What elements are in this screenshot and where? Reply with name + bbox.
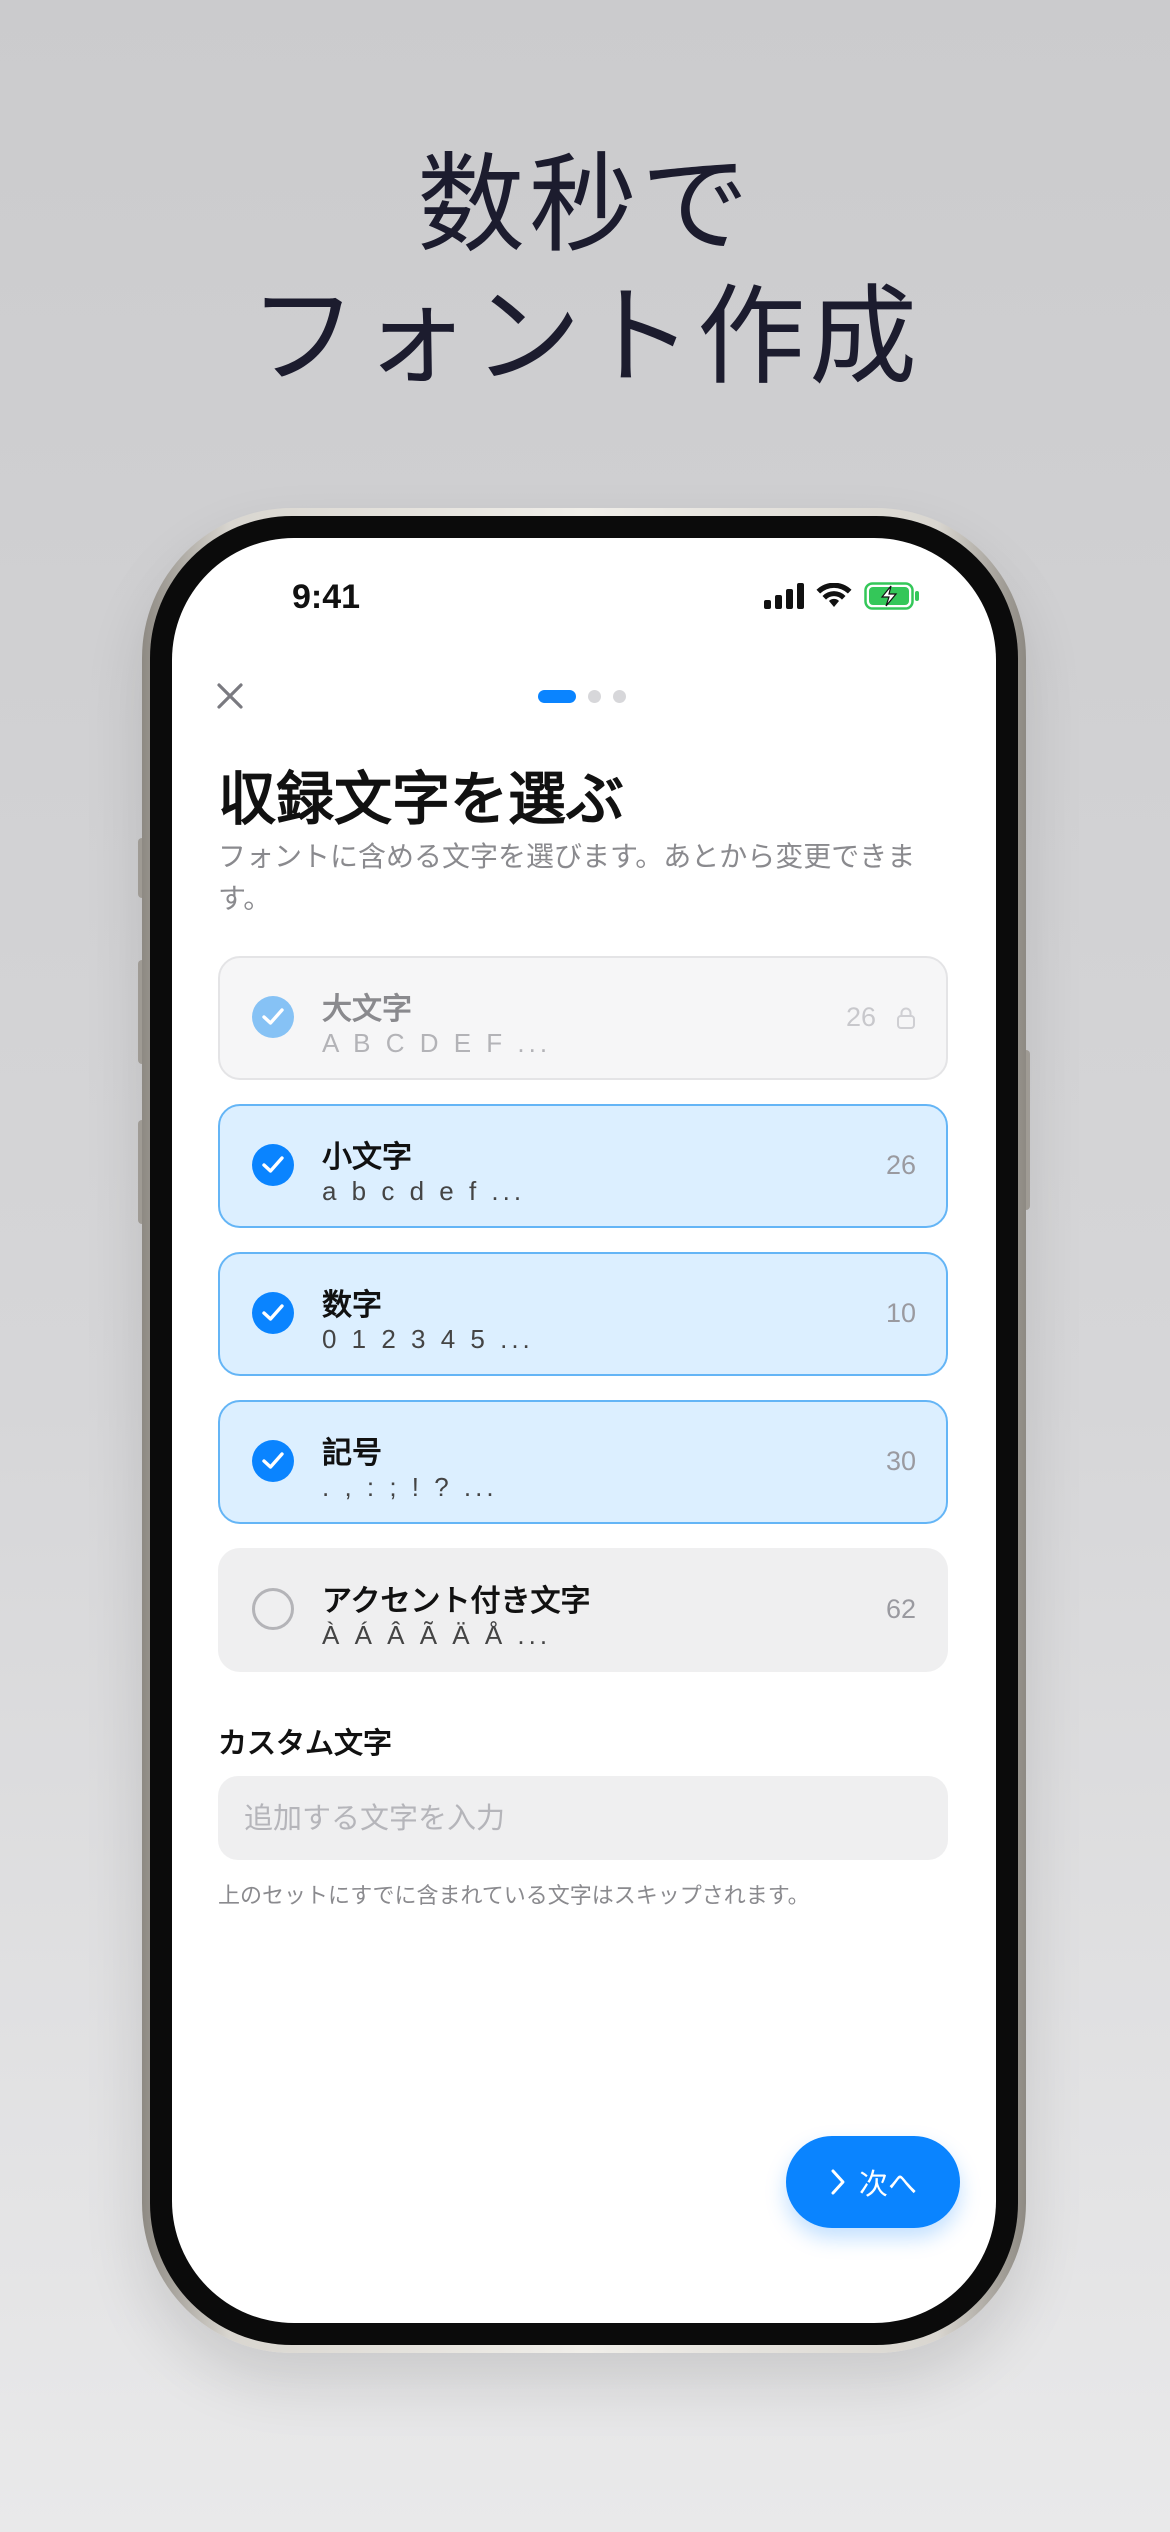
option-sample: a b c d e f ... [322, 1176, 526, 1206]
page-indicator-dot-active [538, 690, 576, 703]
close-icon [217, 683, 243, 709]
option-count: 10 [885, 1298, 916, 1328]
character-set-list: 大文字 A B C D E F ... 26 小文字 a b c d e f .… [218, 956, 948, 1696]
custom-characters-label: カスタム文字 [218, 1726, 393, 1760]
wifi-icon [816, 583, 852, 607]
checkbox-checked-disabled [252, 996, 294, 1038]
option-sample: . , : ; ! ? ... [322, 1472, 498, 1502]
checkmark-icon [262, 1156, 284, 1173]
custom-characters-hint: 上のセットにすでに含まれている文字はスキップされます。 [218, 1884, 810, 1909]
signal-icon [764, 583, 804, 609]
checkbox-checked[interactable] [252, 1292, 294, 1334]
option-symbols[interactable]: 記号 . , : ; ! ? ... 30 [218, 1400, 948, 1524]
next-button-label: 次へ [858, 2167, 917, 2201]
lock-icon [897, 1007, 915, 1029]
next-button[interactable]: 次へ [786, 2136, 960, 2228]
page-subtitle: フォントに含める文字を選びます。あとから変更できます。 [218, 840, 916, 915]
checkmark-icon [262, 1304, 284, 1321]
option-lowercase[interactable]: 小文字 a b c d e f ... 26 [218, 1104, 948, 1228]
page-title: 収録文字を選ぶ [218, 765, 625, 833]
option-count: 62 [885, 1594, 916, 1624]
option-sample: À Á Â Ã Ä Å ... [322, 1620, 552, 1650]
checkmark-icon [262, 1452, 284, 1469]
page-indicator [538, 690, 626, 703]
headline-line-1: 数秒で [416, 143, 753, 268]
checkbox-checked[interactable] [252, 1144, 294, 1186]
option-accented[interactable]: アクセント付き文字 À Á Â Ã Ä Å ... 62 [218, 1548, 948, 1672]
option-count: 30 [885, 1446, 916, 1476]
checkbox-unchecked[interactable] [252, 1588, 294, 1630]
close-button[interactable] [208, 674, 252, 718]
option-label: 小文字 [322, 1140, 412, 1175]
battery-charging-icon [864, 582, 919, 610]
option-count: 26 [845, 1002, 876, 1032]
status-icons [764, 582, 920, 610]
status-time: 9:41 [292, 578, 361, 616]
option-label: 数字 [322, 1288, 382, 1323]
custom-characters-input[interactable] [218, 1776, 948, 1860]
page-indicator-dot [588, 690, 601, 703]
checkbox-checked[interactable] [252, 1440, 294, 1482]
option-digits[interactable]: 数字 0 1 2 3 4 5 ... 10 [218, 1252, 948, 1376]
option-label: アクセント付き文字 [322, 1584, 591, 1619]
chevron-right-icon [831, 2169, 845, 2195]
page-indicator-dot [613, 690, 626, 703]
option-sample: A B C D E F ... [322, 1028, 552, 1058]
option-sample: 0 1 2 3 4 5 ... [322, 1324, 534, 1354]
option-label: 大文字 [322, 992, 412, 1027]
phone-screen: 9:41 収録文字を選ぶ フォントに含める文字を選びます。あとから変更できます。… [172, 538, 996, 2323]
option-uppercase: 大文字 A B C D E F ... 26 [218, 956, 948, 1080]
headline: 数秒で フォント作成 [0, 140, 1170, 404]
option-count: 26 [885, 1150, 916, 1180]
headline-line-2: フォント作成 [248, 275, 921, 400]
checkmark-icon [262, 1008, 284, 1025]
option-label: 記号 [322, 1436, 382, 1471]
